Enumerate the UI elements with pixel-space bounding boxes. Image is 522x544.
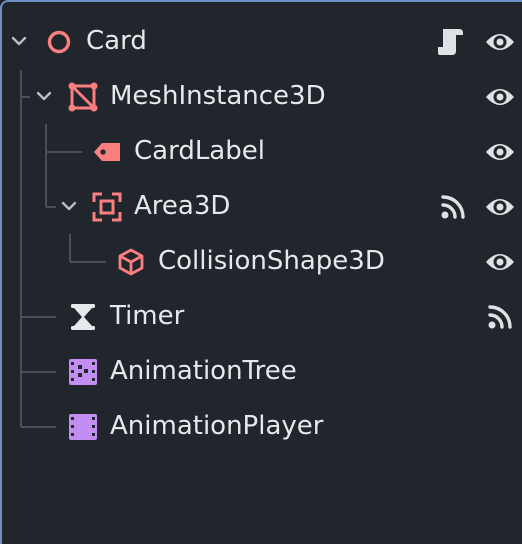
mesh-instance-icon xyxy=(68,82,98,112)
visibility-eye-icon[interactable] xyxy=(484,247,516,277)
tree-item-label: Timer xyxy=(110,301,185,331)
chevron-down-icon[interactable] xyxy=(10,32,28,50)
tree-item-animationtree[interactable]: AnimationTree xyxy=(2,344,522,399)
tree-item-label: CollisionShape3D xyxy=(158,246,385,276)
visibility-eye-icon[interactable] xyxy=(484,192,516,222)
collision-shape-cube-icon xyxy=(118,248,144,276)
visibility-eye-icon[interactable] xyxy=(484,27,516,57)
node3d-circle-icon xyxy=(47,30,71,54)
hourglass-icon xyxy=(71,304,95,330)
tree-item-label: Area3D xyxy=(134,191,231,221)
chevron-down-icon[interactable] xyxy=(35,87,53,105)
area3d-icon xyxy=(92,192,122,222)
tree-item-meshinstance3d[interactable]: MeshInstance3D xyxy=(2,69,522,124)
signal-icon[interactable] xyxy=(439,193,467,221)
label3d-tag-icon xyxy=(94,143,120,161)
visibility-eye-icon[interactable] xyxy=(484,137,516,167)
tree-item-label: CardLabel xyxy=(134,136,265,166)
scene-tree-panel: Card MeshInstance3D CardLabel Area3D Col… xyxy=(0,0,522,544)
tree-item-area3d[interactable]: Area3D xyxy=(2,179,522,234)
tree-item-cardlabel[interactable]: CardLabel xyxy=(2,124,522,179)
tree-item-label: AnimationPlayer xyxy=(110,411,324,441)
tree-item-collisionshape3d[interactable]: CollisionShape3D xyxy=(2,234,522,289)
tree-item-label: AnimationTree xyxy=(110,356,297,386)
tree-item-animationplayer[interactable]: AnimationPlayer xyxy=(2,399,522,454)
chevron-down-icon[interactable] xyxy=(60,197,78,215)
tree-item-timer[interactable]: Timer xyxy=(2,289,522,344)
signal-icon[interactable] xyxy=(486,303,514,331)
animation-player-icon xyxy=(69,414,97,440)
tree-item-label: Card xyxy=(86,26,147,56)
animation-tree-icon xyxy=(69,359,97,385)
tree-item-card[interactable]: Card xyxy=(2,14,522,69)
tree-item-label: MeshInstance3D xyxy=(110,81,326,111)
script-icon[interactable] xyxy=(434,25,468,59)
visibility-eye-icon[interactable] xyxy=(484,82,516,112)
